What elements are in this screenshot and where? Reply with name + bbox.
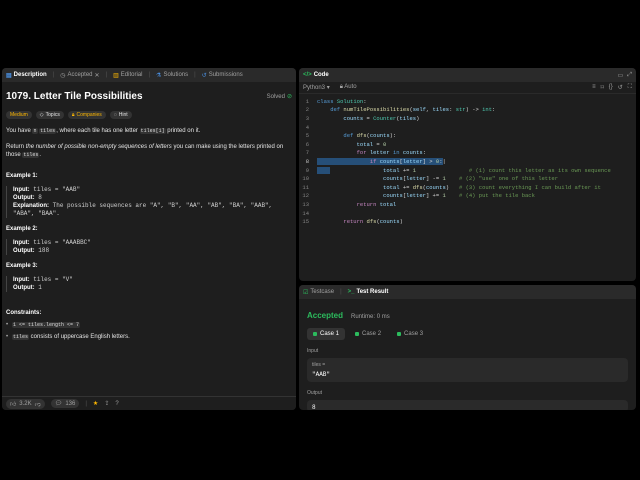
close-icon[interactable]: ✕	[95, 72, 100, 79]
result-status: Accepted Runtime: 0 ms	[307, 311, 390, 320]
tag-icon: ◇	[39, 112, 44, 118]
bookmark-icon[interactable]: ⌑	[601, 84, 604, 91]
result-tabbar: ☑ Testcase | >_ Test Result	[299, 285, 636, 299]
case-tab-3[interactable]: Case 3	[391, 328, 429, 340]
star-icon[interactable]: ★	[93, 400, 98, 407]
book-icon: ▥	[113, 72, 119, 79]
thumbs-down-icon[interactable]: 👎︎	[35, 400, 41, 408]
pass-dot-icon	[397, 332, 402, 336]
flask-icon: ⚗	[156, 72, 162, 79]
tab-accepted[interactable]: ◷ Accepted ✕	[60, 72, 99, 79]
example-3: Input: tiles = "V" Output: 1	[6, 276, 292, 292]
test-result-panel: ☑ Testcase | >_ Test Result Accepted Runtim…	[299, 285, 636, 410]
language-select[interactable]: Python3 ▾	[303, 84, 330, 91]
auto-mode-toggle[interactable]: 🔒︎ Auto	[340, 84, 357, 91]
code-toolbar: Python3 ▾ 🔒︎ Auto ≡ ⌑ {} ↺ ⛶	[299, 82, 636, 94]
code-panel: </> Code ▭ ⤢ Python3 ▾ 🔒︎ Auto ≡ ⌑ {} ↺ ⛶…	[299, 68, 636, 281]
example-1-heading: Example 1:	[6, 173, 38, 179]
tab-code[interactable]: </> Code	[303, 72, 329, 78]
case-tabs: Case 1 Case 2 Case 3	[307, 328, 628, 340]
description-paragraph-2: Return the number of possible non-empty …	[6, 144, 284, 158]
clock-icon: ◷	[60, 72, 66, 79]
thumbs-up-icon[interactable]: 👍︎	[10, 400, 16, 408]
reset-icon[interactable]: ↺	[618, 84, 623, 91]
code-editor[interactable]: 1 class Solution: 2 def numTilePossibilit…	[299, 94, 636, 226]
comments-button[interactable]: 💬︎ 136	[50, 399, 80, 408]
example-1: Input: tiles = "AAB" Output: 8 Explanati…	[6, 186, 292, 218]
constraints-list: 1 <= tiles.length <= 7 tiles consists of…	[6, 322, 292, 340]
tab-editorial[interactable]: ▥ Editorial	[113, 72, 142, 79]
lock-icon: 🔒︎	[339, 84, 343, 90]
description-panel: ▤ Description | ◷ Accepted ✕ | ▥ Editorial |…	[2, 68, 296, 410]
terminal-icon: >_	[347, 289, 355, 295]
layout-icon[interactable]: ▭	[618, 72, 624, 79]
difficulty-badge: Medium	[6, 111, 32, 119]
description-paragraph-1: You have n tiles, where each tile has on…	[6, 128, 201, 134]
pass-dot-icon	[313, 332, 317, 336]
hint-button[interactable]: ◌ Hint	[109, 111, 132, 119]
braces-icon[interactable]: {}	[609, 84, 613, 91]
like-dislike-group: 👍︎ 3.2K 👎︎	[6, 398, 45, 409]
constraints-heading: Constraints:	[6, 310, 42, 316]
share-icon[interactable]: ⇪	[104, 400, 109, 407]
example-2-heading: Example 2:	[6, 226, 38, 232]
input-label: Input	[307, 348, 319, 354]
maximize-icon[interactable]: ⤢	[627, 72, 632, 79]
example-3-heading: Example 3:	[6, 263, 38, 269]
problem-title[interactable]: 1079. Letter Tile Possibilities	[6, 91, 143, 102]
output-label: Output	[307, 390, 323, 396]
tab-test-result[interactable]: >_ Test Result	[348, 289, 389, 295]
checkbox-icon: ☑	[303, 289, 309, 296]
topics-button[interactable]: ◇ Topics	[35, 111, 64, 119]
lock-icon: 🔒︎	[71, 112, 75, 118]
list-item: tiles consists of uppercase English lett…	[6, 334, 292, 340]
list-item: 1 <= tiles.length <= 7	[6, 322, 292, 328]
format-icon[interactable]: ≡	[592, 84, 596, 91]
help-icon[interactable]: ?	[115, 401, 118, 407]
solved-status: Solved ⊘	[266, 93, 292, 101]
code-icon: </>	[303, 72, 312, 78]
comment-icon: 💬︎	[54, 401, 63, 407]
case-tab-1[interactable]: Case 1	[307, 328, 346, 340]
code-tabbar: </> Code ▭ ⤢	[299, 68, 636, 82]
pass-dot-icon	[355, 332, 360, 336]
example-2: Input: tiles = "AAABBC" Output: 188	[6, 239, 292, 255]
tab-testcase[interactable]: ☑ Testcase	[303, 289, 334, 296]
tab-description[interactable]: ▤ Description	[6, 72, 47, 79]
case-tab-2[interactable]: Case 2	[349, 328, 387, 340]
fullscreen-icon[interactable]: ⛶	[628, 84, 632, 91]
description-footer: 👍︎ 3.2K 👎︎ 💬︎ 136 | ★ ⇪ ?	[2, 396, 296, 410]
output-box: 8	[307, 400, 628, 410]
history-icon: ↺	[201, 72, 207, 79]
tab-solutions[interactable]: ⚗ Solutions	[156, 72, 188, 79]
check-circle-icon: ⊘	[286, 94, 292, 100]
tab-submissions[interactable]: ↺ Submissions	[202, 72, 243, 79]
companies-button[interactable]: 🔒︎ Companies	[67, 111, 106, 119]
description-tabbar: ▤ Description | ◷ Accepted ✕ | ▥ Editorial |…	[2, 68, 296, 82]
input-box: tiles = "AAB"	[307, 358, 628, 382]
lightbulb-icon: ◌	[113, 112, 117, 118]
document-icon: ▤	[6, 72, 12, 79]
